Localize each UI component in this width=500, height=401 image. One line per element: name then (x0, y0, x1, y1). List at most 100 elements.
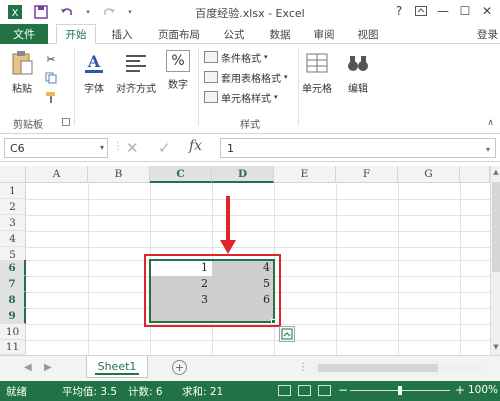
sign-in-link[interactable]: 登录 (477, 24, 498, 44)
tab-home[interactable]: 开始 (56, 24, 96, 45)
row-header-11[interactable]: 11 (0, 340, 26, 355)
chevron-down-icon[interactable]: ▾ (100, 143, 104, 152)
copy-icon[interactable] (44, 71, 58, 85)
gridline (26, 199, 490, 200)
column-header-f[interactable]: F (336, 166, 398, 183)
tab-page-layout[interactable]: 页面布局 (150, 24, 208, 44)
conditional-format-icon (204, 51, 218, 63)
ribbon-tabs: 文件 开始 插入 页面布局 公式 数据 审阅 视图 登录 (0, 24, 500, 45)
column-header-e[interactable]: E (274, 166, 336, 183)
sheet-tab-sheet1[interactable]: Sheet1 (86, 356, 148, 378)
title-bar: X ▾ ▾ 百度经验.xlsx - Excel ? — ☐ ✕ (0, 0, 500, 24)
zoom-slider-knob[interactable] (398, 386, 402, 395)
collapse-ribbon-icon[interactable]: ∧ (487, 118, 494, 128)
formula-bar: C6 ▾ ⋮ ✕ ✓ fx 1 ▾ (0, 134, 500, 162)
add-sheet-icon[interactable]: + (172, 360, 187, 375)
count-status[interactable]: 计数: 6 (128, 384, 163, 399)
row-header-9[interactable]: 9 (0, 308, 26, 324)
row-header-1[interactable]: 1 (0, 183, 26, 199)
alignment-icon (122, 50, 150, 76)
group-divider (298, 48, 299, 126)
cell-style-icon (204, 91, 218, 103)
format-painter-icon[interactable] (44, 90, 58, 104)
row-header-3[interactable]: 3 (0, 215, 26, 231)
quick-analysis-icon[interactable] (279, 326, 295, 342)
next-sheet-icon[interactable]: ▶ (44, 362, 52, 373)
ready-status: 就绪 (6, 386, 27, 398)
zoom-out-icon[interactable]: − (338, 383, 348, 397)
alignment-button[interactable]: 对齐方式 (116, 50, 156, 95)
enter-icon[interactable]: ✓ (158, 139, 171, 157)
maximize-button[interactable]: ☐ (454, 1, 476, 21)
page-break-view-icon[interactable] (318, 385, 331, 396)
close-button[interactable]: ✕ (476, 1, 498, 21)
select-all-corner[interactable] (0, 166, 26, 183)
horizontal-scrollbar[interactable] (310, 362, 486, 374)
tab-review[interactable]: 审阅 (306, 24, 342, 44)
insert-function-icon[interactable]: fx (189, 138, 202, 154)
minimize-button[interactable]: — (432, 1, 454, 21)
column-header-d[interactable]: D (212, 166, 274, 183)
chevron-down-icon: ▾ (284, 73, 288, 81)
cells-button[interactable]: 单元格 (302, 50, 332, 95)
row-header-7[interactable]: 7 (0, 276, 26, 292)
tab-formulas[interactable]: 公式 (216, 24, 252, 44)
row-header-6[interactable]: 6 (0, 260, 26, 276)
editing-button[interactable]: 编辑 (344, 50, 372, 95)
sum-status[interactable]: 求和: 21 (182, 384, 223, 399)
chevron-down-icon: ▾ (264, 53, 268, 61)
cut-icon[interactable]: ✂ (44, 52, 58, 66)
gridline (460, 183, 461, 355)
help-button[interactable]: ? (388, 1, 410, 21)
conditional-format-button[interactable]: 条件格式 ▾ (204, 48, 268, 66)
gridline (398, 183, 399, 355)
expand-formula-icon[interactable]: ▾ (486, 145, 490, 154)
tab-splitter-icon[interactable]: ⋮ (298, 362, 308, 373)
clipboard-group-label: 剪贴板 (13, 120, 43, 131)
formula-input[interactable]: 1 ▾ (220, 138, 496, 158)
worksheet-grid[interactable]: A B C D E F G 1 2 3 4 5 6 7 8 9 10 11 1 … (0, 166, 490, 355)
percent-icon: % (166, 50, 190, 72)
cell-styles-button[interactable]: 单元格样式 ▾ (204, 88, 278, 106)
column-header-h[interactable] (460, 166, 490, 183)
page-layout-view-icon[interactable] (298, 385, 311, 396)
tab-insert[interactable]: 插入 (104, 24, 140, 44)
formula-bar-splitter-icon[interactable]: ⋮ (113, 141, 123, 152)
vertical-scrollbar[interactable]: ▲ ▼ (490, 166, 500, 355)
row-header-2[interactable]: 2 (0, 199, 26, 215)
tab-file[interactable]: 文件 (0, 24, 48, 44)
row-header-10[interactable]: 10 (0, 324, 26, 340)
zoom-level[interactable]: 100% (468, 384, 498, 396)
tab-data[interactable]: 数据 (262, 24, 298, 44)
column-header-g[interactable]: G (398, 166, 460, 183)
scroll-up-icon[interactable]: ▲ (491, 168, 500, 178)
row-header-8[interactable]: 8 (0, 292, 26, 308)
annotation-highlight-box (144, 254, 281, 327)
paste-button[interactable]: 粘贴 (8, 50, 36, 95)
tab-view[interactable]: 视图 (350, 24, 386, 44)
average-status[interactable]: 平均值: 3.5 (62, 384, 117, 399)
column-header-b[interactable]: B (88, 166, 150, 183)
name-box[interactable]: C6 ▾ (4, 138, 108, 158)
column-header-a[interactable]: A (26, 166, 88, 183)
row-header-4[interactable]: 4 (0, 231, 26, 247)
scroll-down-icon[interactable]: ▼ (491, 343, 500, 353)
annotation-arrow-icon (220, 240, 236, 254)
scrollbar-thumb[interactable] (318, 364, 438, 372)
normal-view-icon[interactable] (278, 385, 291, 396)
format-as-table-button[interactable]: 套用表格格式 ▾ (204, 68, 288, 86)
chevron-down-icon: ▾ (274, 93, 278, 101)
ribbon-display-options-icon[interactable] (410, 1, 432, 21)
number-button[interactable]: % 数字 (166, 50, 190, 91)
font-icon: A (80, 50, 108, 76)
previous-sheet-icon[interactable]: ◀ (24, 362, 32, 373)
scrollbar-thumb[interactable] (492, 182, 500, 272)
paste-icon (8, 50, 36, 76)
column-header-c[interactable]: C (150, 166, 212, 183)
zoom-in-icon[interactable]: + (455, 383, 465, 397)
clipboard-launcher-icon[interactable] (62, 118, 70, 126)
cancel-icon[interactable]: ✕ (126, 139, 139, 157)
sheet-tab-bar: ◀ ▶ Sheet1 + ⋮ (0, 355, 500, 381)
font-button[interactable]: A 字体 (80, 50, 108, 95)
styles-group-label: 样式 (240, 120, 260, 131)
